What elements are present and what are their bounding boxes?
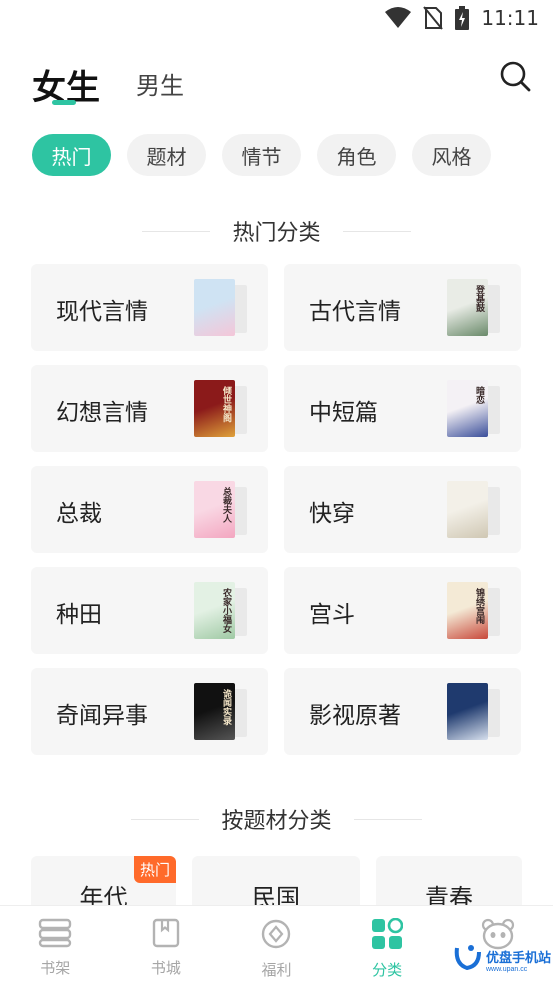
book-cover-image: 总裁夫人 xyxy=(194,481,235,538)
cover-title-text: 倾世神阁 xyxy=(221,386,231,422)
cover-title-text: 总裁夫人 xyxy=(221,487,231,523)
hot-section-title: 热门分类 xyxy=(0,215,553,247)
active-tab-indicator xyxy=(52,100,76,105)
coin-icon xyxy=(260,918,292,955)
divider xyxy=(131,818,200,820)
nav-label: 分类 xyxy=(372,962,403,979)
watermark-logo-icon xyxy=(453,942,483,977)
category-card[interactable]: 幻想言情 倾世神阁 xyxy=(31,365,268,452)
hot-section-label: 热门分类 xyxy=(232,220,321,245)
book-icon xyxy=(151,918,181,953)
category-label: 快穿 xyxy=(309,500,355,526)
topic-section-title: 按题材分类 xyxy=(0,803,553,835)
cover-title-text: 登基鼓 xyxy=(474,285,484,312)
book-cover-stack xyxy=(192,279,247,337)
book-cover-image: 农家小福女 xyxy=(194,582,235,639)
chip-topic[interactable]: 题材 xyxy=(127,134,206,176)
tab-male[interactable]: 男生 xyxy=(136,66,184,101)
header: 女生 男生 xyxy=(0,52,553,112)
divider xyxy=(353,818,422,820)
nav-bookstore[interactable]: 书城 xyxy=(111,906,222,983)
book-cover-stack: 农家小福女 xyxy=(192,582,247,640)
category-label: 种田 xyxy=(56,601,102,627)
category-grid-icon xyxy=(371,917,404,955)
nav-label: 书城 xyxy=(150,960,181,977)
divider xyxy=(142,230,211,232)
book-cover-image: 诡闻实录 xyxy=(194,683,235,740)
category-label: 中短篇 xyxy=(309,399,378,425)
chip-role[interactable]: 角色 xyxy=(317,134,396,176)
cover-title-text: 诡闻实录 xyxy=(221,689,231,725)
category-card[interactable]: 现代言情 xyxy=(31,264,268,351)
nav-bookshelf[interactable]: 书架 xyxy=(0,906,111,983)
nav-category[interactable]: 分类 xyxy=(332,906,443,983)
filter-chips: 热门 题材 情节 角色 风格 xyxy=(32,134,491,176)
category-label: 影视原著 xyxy=(309,702,401,728)
book-cover-image xyxy=(194,279,235,336)
book-cover-image xyxy=(447,481,488,538)
topic-section-label: 按题材分类 xyxy=(221,808,332,833)
category-card[interactable]: 总裁 总裁夫人 xyxy=(31,466,268,553)
category-card[interactable]: 影视原著 xyxy=(284,668,521,755)
book-cover-stack xyxy=(445,683,500,741)
divider xyxy=(342,230,411,232)
status-time: 11:11 xyxy=(481,6,539,30)
bookshelf-icon xyxy=(38,918,72,953)
topic-row: 年代 热门 民国 青春 xyxy=(31,856,522,912)
book-cover-image: 锦绣宫闱 xyxy=(447,582,488,639)
category-label: 幻想言情 xyxy=(56,399,148,425)
category-card[interactable]: 快穿 xyxy=(284,466,521,553)
search-icon xyxy=(499,60,531,97)
chip-hot[interactable]: 热门 xyxy=(32,134,111,176)
book-cover-stack: 暗恋 xyxy=(445,380,500,438)
category-label: 古代言情 xyxy=(309,298,401,324)
nav-label: 福利 xyxy=(261,962,292,979)
watermark-url: www.upan.cc xyxy=(485,965,528,973)
nav-welfare[interactable]: 福利 xyxy=(221,906,332,983)
book-cover-stack xyxy=(445,481,500,539)
book-cover-image: 登基鼓 xyxy=(447,279,488,336)
search-button[interactable] xyxy=(497,60,533,96)
book-cover-stack: 登基鼓 xyxy=(445,279,500,337)
topic-card-qingchun[interactable]: 青春 xyxy=(376,856,522,912)
book-cover-image xyxy=(447,683,488,740)
category-card[interactable]: 种田 农家小福女 xyxy=(31,567,268,654)
no-sim-icon xyxy=(423,6,444,30)
category-label: 总裁 xyxy=(56,500,102,526)
book-cover-stack: 总裁夫人 xyxy=(192,481,247,539)
category-card[interactable]: 宫斗 锦绣宫闱 xyxy=(284,567,521,654)
category-card[interactable]: 古代言情 登基鼓 xyxy=(284,264,521,351)
topic-card-minguo[interactable]: 民国 xyxy=(192,856,360,912)
status-bar: 11:11 xyxy=(0,0,553,36)
book-cover-stack: 锦绣宫闱 xyxy=(445,582,500,640)
battery-charging-icon xyxy=(455,6,470,30)
category-card[interactable]: 奇闻异事 诡闻实录 xyxy=(31,668,268,755)
cover-title-text: 暗恋 xyxy=(474,386,484,404)
category-label: 宫斗 xyxy=(309,601,355,627)
cover-title-text: 锦绣宫闱 xyxy=(474,588,484,624)
book-cover-stack: 诡闻实录 xyxy=(192,683,247,741)
bottom-nav: 书架 书城 福利 分类 优盘手机站 www.upan.cc xyxy=(0,905,553,983)
hot-badge: 热门 xyxy=(133,856,176,883)
category-label: 现代言情 xyxy=(56,298,148,324)
chip-plot[interactable]: 情节 xyxy=(222,134,301,176)
topic-card-niandai[interactable]: 年代 热门 xyxy=(31,856,176,912)
wifi-icon xyxy=(385,7,412,29)
book-cover-image: 暗恋 xyxy=(447,380,488,437)
book-cover-image: 倾世神阁 xyxy=(194,380,235,437)
nav-label: 书架 xyxy=(40,960,71,977)
watermark-text: 优盘手机站 xyxy=(485,949,551,965)
category-label: 奇闻异事 xyxy=(56,702,148,728)
category-card[interactable]: 中短篇 暗恋 xyxy=(284,365,521,452)
hot-category-grid: 现代言情 古代言情 登基鼓幻想言情 倾世神阁 中短篇 暗恋总裁 总裁夫人 快穿种田 农家小福女 宫… xyxy=(31,264,522,755)
watermark: 优盘手机站 www.upan.cc xyxy=(453,942,551,977)
chip-style[interactable]: 风格 xyxy=(412,134,491,176)
cover-title-text: 农家小福女 xyxy=(221,588,231,633)
book-cover-stack: 倾世神阁 xyxy=(192,380,247,438)
